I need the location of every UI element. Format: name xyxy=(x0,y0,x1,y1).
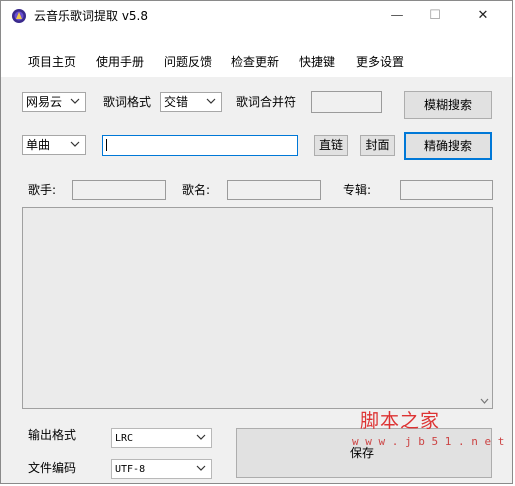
lyric-format-label: 歌词格式 xyxy=(103,95,152,109)
app-window: 云音乐歌词提取 v5.8 — ☐ ✕ 项目主页 使用手册 问题反馈 检查更新 快… xyxy=(0,0,513,484)
menu-bar: 项目主页 使用手册 问题反馈 检查更新 快捷键 更多设置 xyxy=(1,31,512,77)
output-format-label: 输出格式 xyxy=(28,428,77,442)
mode-select[interactable]: 单曲 xyxy=(22,135,86,155)
merge-symbol-label: 歌词合并符 xyxy=(236,95,297,109)
menu-item-home[interactable]: 项目主页 xyxy=(28,55,76,69)
singer-label: 歌手: xyxy=(28,183,57,197)
album-label: 专辑: xyxy=(343,183,372,197)
menu-item-shortcuts[interactable]: 快捷键 xyxy=(299,55,335,69)
menu-item-check-update[interactable]: 检查更新 xyxy=(231,55,279,69)
file-encoding-select[interactable]: UTF-8 xyxy=(111,459,212,479)
file-encoding-label: 文件编码 xyxy=(28,461,77,475)
chevron-down-icon xyxy=(196,465,206,471)
text-caret xyxy=(106,139,107,151)
source-select-value: 网易云 xyxy=(26,95,63,109)
exact-search-button[interactable]: 精确搜索 xyxy=(404,132,492,160)
lyric-format-value: 交错 xyxy=(164,95,189,109)
close-icon: ✕ xyxy=(477,8,489,23)
close-button[interactable]: ✕ xyxy=(460,1,506,31)
watermark: 脚本之家 w w w . j b 5 1 . n e t xyxy=(352,406,512,458)
menu-item-more-settings[interactable]: 更多设置 xyxy=(356,55,404,69)
menu-item-manual[interactable]: 使用手册 xyxy=(96,55,144,69)
song-name-label: 歌名: xyxy=(182,183,211,197)
album-field xyxy=(400,180,493,200)
lyric-format-select[interactable]: 交错 xyxy=(160,92,222,112)
maximize-icon: ☐ xyxy=(429,8,441,23)
chevron-down-icon xyxy=(196,434,206,440)
title-bar[interactable]: 云音乐歌词提取 v5.8 — ☐ ✕ xyxy=(1,1,512,31)
cover-button[interactable]: 封面 xyxy=(360,135,395,156)
source-select[interactable]: 网易云 xyxy=(22,92,86,112)
watermark-brand: 脚本之家 xyxy=(360,410,441,432)
menu-item-feedback[interactable]: 问题反馈 xyxy=(164,55,212,69)
file-encoding-value: UTF-8 xyxy=(115,464,146,475)
lyrics-textarea[interactable] xyxy=(22,207,493,409)
maximize-button[interactable]: ☐ xyxy=(412,1,458,31)
output-format-select[interactable]: LRC xyxy=(111,428,212,448)
chevron-down-icon xyxy=(206,98,216,104)
mode-select-value: 单曲 xyxy=(26,138,51,152)
fuzzy-search-button[interactable]: 模糊搜索 xyxy=(404,91,492,119)
song-name-field xyxy=(227,180,321,200)
window-title: 云音乐歌词提取 v5.8 xyxy=(34,9,149,23)
chevron-down-icon xyxy=(70,141,80,147)
singer-field xyxy=(72,180,166,200)
merge-symbol-input[interactable] xyxy=(311,91,382,113)
minimize-icon: — xyxy=(390,8,404,23)
chevron-down-icon xyxy=(70,98,80,104)
direct-link-button[interactable]: 直链 xyxy=(314,135,348,156)
app-logo-icon xyxy=(12,9,26,23)
output-format-value: LRC xyxy=(115,433,134,444)
scroll-down-arrow-icon[interactable] xyxy=(480,398,489,404)
search-query-input[interactable] xyxy=(102,135,298,156)
watermark-url: w w w . j b 5 1 . n e t xyxy=(352,435,505,448)
